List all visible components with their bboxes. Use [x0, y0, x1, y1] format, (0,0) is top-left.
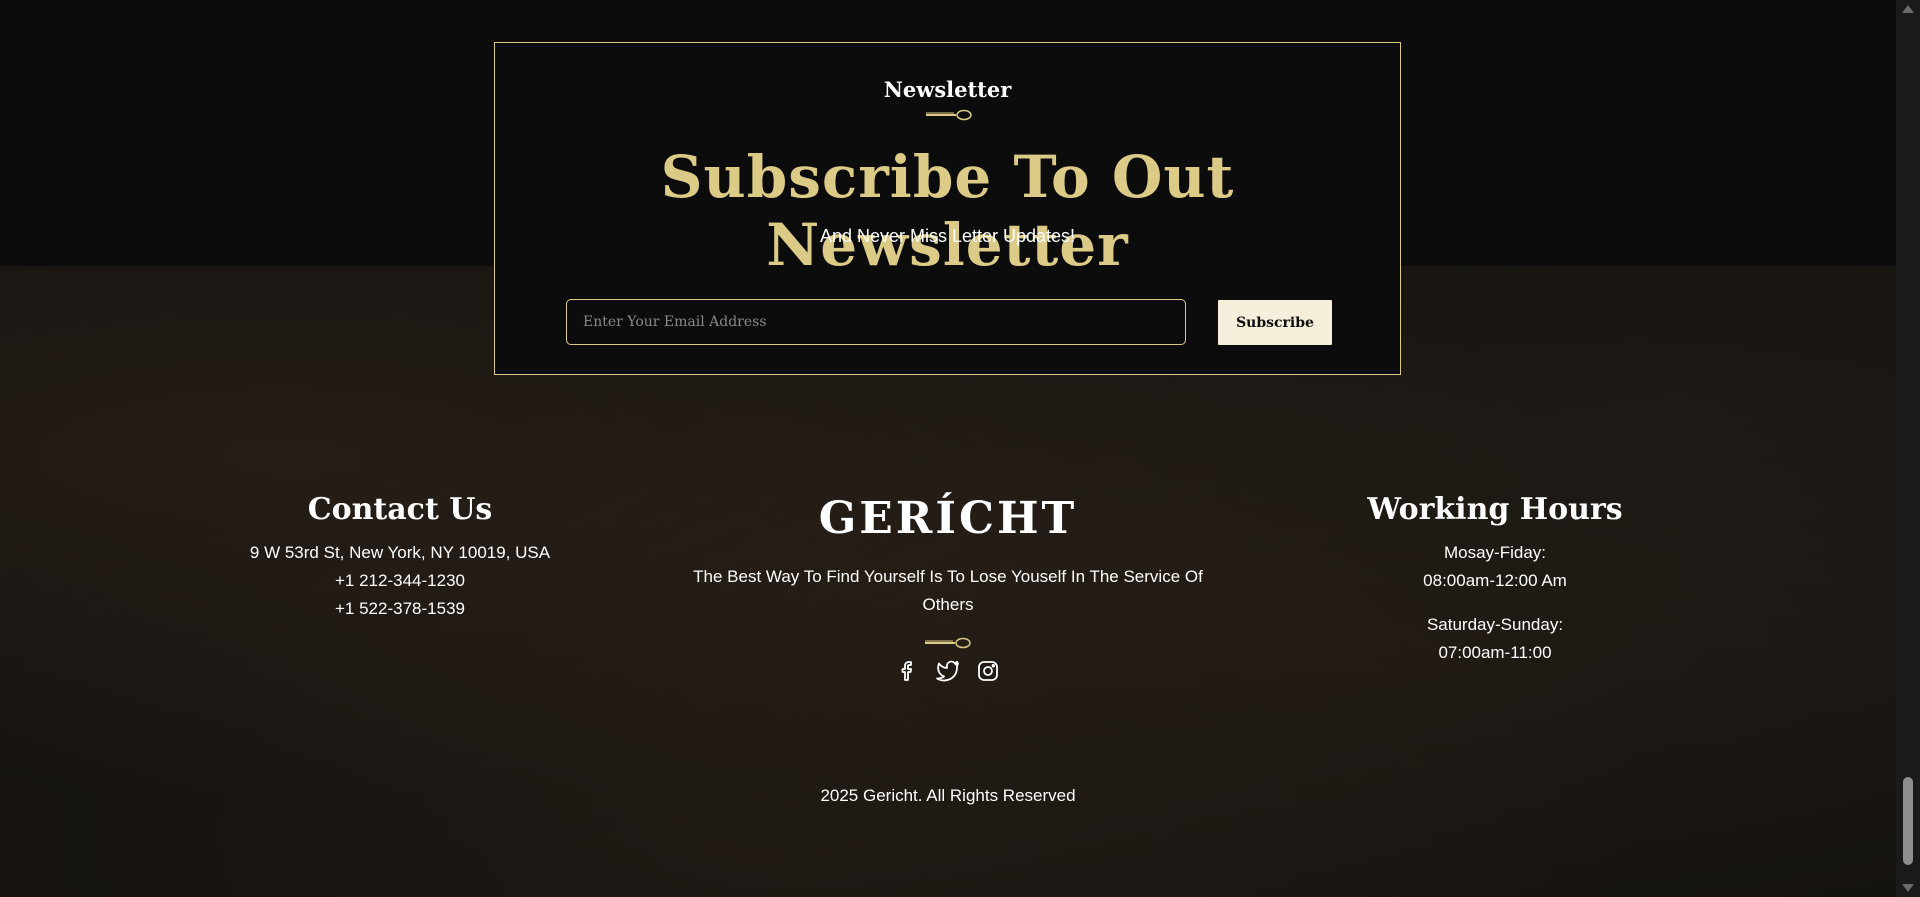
contact-address: 9 W 53rd St, New York, NY 10019, USA [249, 543, 551, 562]
instagram-icon[interactable] [976, 659, 1000, 683]
newsletter-title: Subscribe To Out Newsletter [660, 143, 1235, 279]
hours-weekend-label: Saturday-Sunday: [1426, 615, 1564, 634]
working-hours-section: Working Hours Mosay-Fiday: 08:00am-12:00… [1295, 489, 1695, 667]
contact-section: Contact Us 9 W 53rd St, New York, NY 100… [200, 489, 600, 623]
contact-phone: +1 212-344-1230 [335, 571, 465, 590]
hours-weekday-label: Mosay-Fiday: [1443, 543, 1547, 562]
newsletter-subtitle: Newsletter [883, 77, 1012, 102]
hours-title: Working Hours [1367, 492, 1623, 527]
brand-logo: GERÍCHT [818, 493, 1078, 544]
hours-weekday-time: 08:00am-12:00 Am [1423, 571, 1567, 590]
copyright-text: 2025 Gericht. All Rights Reserved [820, 786, 1076, 805]
brand-section: GERÍCHT The Best Way To Find Yourself Is… [648, 489, 1248, 683]
scrollbar-thumb[interactable] [1903, 777, 1913, 865]
contact-phone: +1 522-378-1539 [335, 599, 465, 618]
facebook-icon[interactable] [896, 659, 920, 683]
spoon-divider-icon [926, 109, 972, 121]
spoon-divider-icon [925, 637, 971, 649]
social-links [648, 659, 1248, 683]
page-scrollbar[interactable] [1896, 0, 1920, 897]
newsletter-card: Newsletter Subscribe To Out Newsletter A… [494, 42, 1401, 375]
brand-tagline: The Best Way To Find Yourself Is To Lose… [693, 567, 1203, 614]
hours-weekend-time: 07:00am-11:00 [1438, 643, 1552, 662]
contact-title: Contact Us [307, 492, 493, 527]
newsletter-description: And Never Miss Letter Updates! [819, 226, 1076, 246]
scroll-down-arrow-icon[interactable] [1902, 884, 1914, 892]
twitter-icon[interactable] [936, 659, 960, 683]
scroll-up-arrow-icon[interactable] [1902, 5, 1914, 13]
email-input[interactable] [566, 299, 1186, 345]
subscribe-button[interactable]: Subscribe [1218, 300, 1332, 345]
